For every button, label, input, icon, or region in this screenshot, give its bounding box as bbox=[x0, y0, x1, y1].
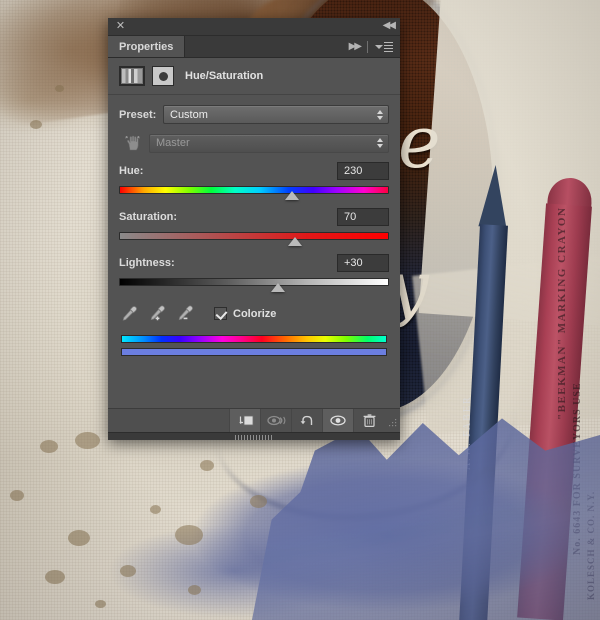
desktop-canvas: e y A.W. FABER "BEEKMAN" MARKING CRAYON … bbox=[0, 0, 600, 620]
paint-droplet bbox=[30, 120, 42, 129]
channel-value: Master bbox=[156, 137, 190, 149]
lightness-slider-track[interactable] bbox=[119, 278, 389, 286]
hue-label: Hue: bbox=[119, 165, 144, 177]
saturation-slider-head: Saturation: 70 bbox=[119, 208, 389, 226]
drag-handle-icon[interactable] bbox=[235, 435, 273, 440]
preset-row: Preset: Custom bbox=[119, 105, 389, 124]
paint-droplet bbox=[250, 495, 267, 508]
panel-resize-edge[interactable] bbox=[108, 432, 400, 440]
channel-row: Master bbox=[119, 133, 389, 153]
color-bars bbox=[121, 335, 387, 356]
eyedropper-icon[interactable] bbox=[121, 305, 138, 322]
saturation-slider-group: Saturation: 70 bbox=[119, 208, 389, 247]
resize-grip-icon[interactable] bbox=[384, 409, 400, 432]
toolbar-divider bbox=[367, 40, 368, 53]
hue-slider-head: Hue: 230 bbox=[119, 162, 389, 180]
panel-body-spacer bbox=[119, 356, 389, 400]
clip-to-layer-button[interactable] bbox=[229, 409, 260, 432]
saturation-slider-track[interactable] bbox=[119, 232, 389, 240]
colorize-checkbox[interactable]: Colorize bbox=[214, 307, 276, 320]
hue-slider-track-wrap[interactable] bbox=[119, 185, 389, 201]
paint-droplet bbox=[150, 505, 161, 514]
layer-mask-thumbnail-icon[interactable] bbox=[152, 66, 174, 86]
toggle-visibility-button[interactable] bbox=[322, 409, 353, 432]
menu-lines bbox=[384, 41, 393, 52]
hue-slider-track[interactable] bbox=[119, 186, 389, 194]
saturation-slider-track-wrap[interactable] bbox=[119, 231, 389, 247]
paint-droplet bbox=[188, 585, 201, 595]
tab-properties[interactable]: Properties bbox=[108, 36, 186, 57]
lightness-slider-track-wrap[interactable] bbox=[119, 277, 389, 293]
paint-droplet bbox=[68, 530, 90, 546]
paint-droplet bbox=[55, 85, 64, 92]
panel-tab-bar: Properties ▶▶ bbox=[108, 36, 400, 58]
eyedropper-subtract-icon[interactable] bbox=[177, 305, 194, 322]
mask-dot bbox=[158, 71, 168, 81]
chevron-updown-icon bbox=[377, 109, 383, 120]
chevron-updown-icon bbox=[377, 138, 383, 148]
lightness-slider-thumb[interactable] bbox=[271, 283, 286, 292]
panel-footer-toolbar bbox=[108, 408, 400, 432]
preset-label: Preset: bbox=[119, 108, 157, 121]
preset-select[interactable]: Custom bbox=[163, 105, 389, 124]
panel-tab-controls: ▶▶ bbox=[349, 36, 400, 57]
targeted-adjustment-hand-icon[interactable] bbox=[119, 133, 145, 153]
lightness-label: Lightness: bbox=[119, 257, 175, 269]
paint-droplet bbox=[175, 525, 203, 545]
tab-spacer bbox=[185, 36, 348, 57]
tab-properties-label: Properties bbox=[119, 40, 174, 53]
preset-value: Custom bbox=[170, 108, 208, 121]
delete-layer-button[interactable] bbox=[353, 409, 384, 432]
hue-slider-thumb[interactable] bbox=[284, 191, 299, 200]
paint-droplet bbox=[45, 570, 65, 584]
pencil-tip bbox=[478, 164, 510, 228]
page-title: Hue/Saturation bbox=[185, 70, 264, 82]
reset-button[interactable] bbox=[291, 409, 322, 432]
properties-panel: ✕ ◀◀ Properties ▶▶ Hue/Saturation Preset… bbox=[108, 18, 400, 440]
hue-slider-group: Hue: 230 bbox=[119, 162, 389, 201]
lightness-slider-group: Lightness: +30 bbox=[119, 254, 389, 293]
panel-title-bar[interactable]: ✕ ◀◀ bbox=[108, 18, 400, 36]
adjustment-layer-thumbnail-icon[interactable] bbox=[119, 66, 145, 86]
crayon-text-line-1: "BEEKMAN" MARKING CRAYON bbox=[556, 206, 568, 420]
hue-value-input[interactable]: 230 bbox=[337, 162, 389, 180]
saturation-slider-thumb[interactable] bbox=[287, 237, 302, 246]
channel-select[interactable]: Master bbox=[149, 133, 389, 153]
result-color-bar[interactable] bbox=[121, 348, 387, 356]
collapse-double-arrow-icon[interactable]: ◀◀ bbox=[383, 20, 396, 31]
colorize-checkmark-icon[interactable] bbox=[214, 307, 227, 320]
lightness-slider-head: Lightness: +30 bbox=[119, 254, 389, 272]
panel-body: Preset: Custom Master Hue: 230 Saturatio… bbox=[108, 95, 400, 408]
hue-spectrum-bar[interactable] bbox=[121, 335, 387, 343]
colorize-label: Colorize bbox=[233, 307, 277, 320]
saturation-label: Saturation: bbox=[119, 211, 178, 223]
lightness-value-input[interactable]: +30 bbox=[337, 254, 389, 272]
paint-droplet bbox=[10, 490, 24, 501]
tools-row: Colorize bbox=[121, 305, 389, 322]
adjustment-header: Hue/Saturation bbox=[108, 58, 400, 95]
double-arrow-right-icon[interactable]: ▶▶ bbox=[349, 41, 362, 52]
paint-droplet bbox=[120, 565, 136, 577]
paint-droplet bbox=[200, 460, 214, 471]
panel-menu-icon[interactable] bbox=[375, 41, 393, 52]
close-icon[interactable]: ✕ bbox=[115, 21, 126, 32]
paint-droplet bbox=[40, 440, 58, 453]
toggle-effect-on-layers-button[interactable] bbox=[260, 409, 291, 432]
paint-droplet bbox=[95, 600, 106, 608]
menu-triangle bbox=[375, 44, 383, 49]
paint-droplet bbox=[75, 432, 100, 449]
saturation-value-input[interactable]: 70 bbox=[337, 208, 389, 226]
eyedropper-add-icon[interactable] bbox=[149, 305, 166, 322]
